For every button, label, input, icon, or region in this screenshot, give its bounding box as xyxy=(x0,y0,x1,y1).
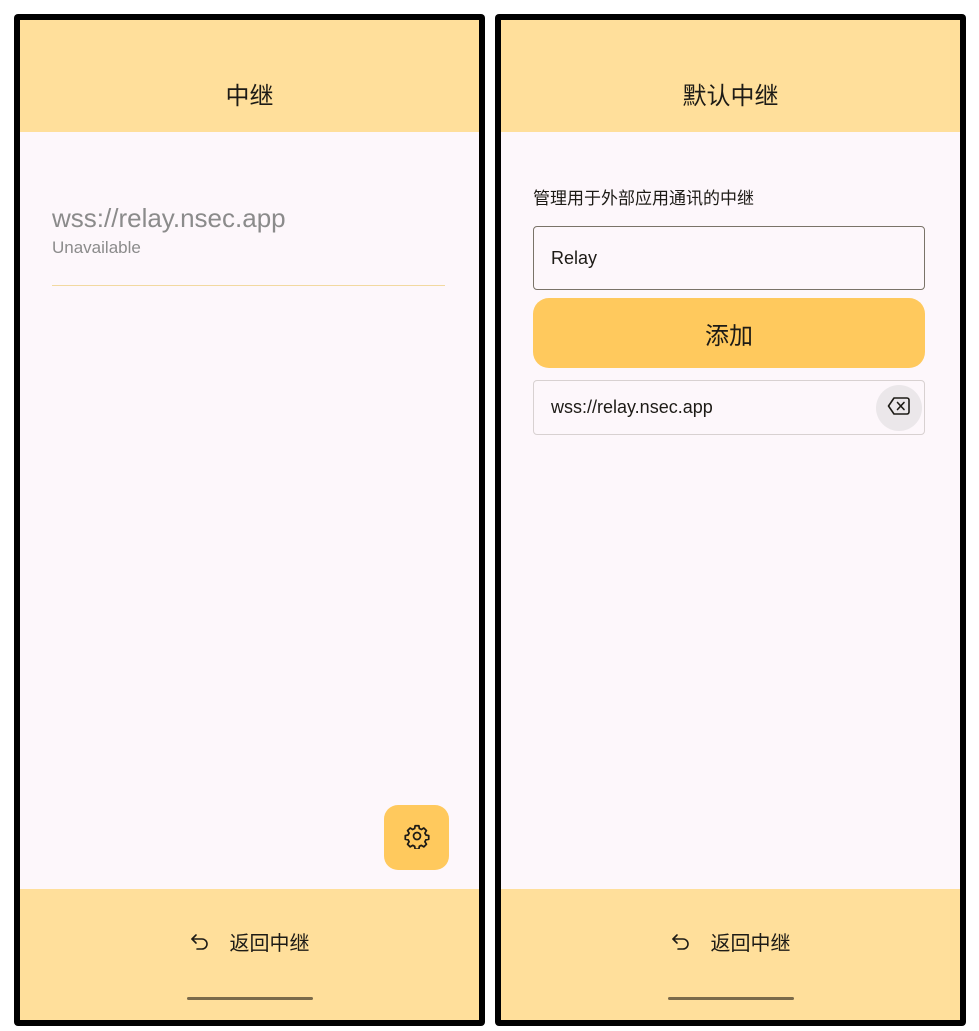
default-relays-screen: 默认中继 管理用于外部应用通讯的中继 添加 wss://relay.nsec.a… xyxy=(501,20,960,1020)
settings-fab-button[interactable] xyxy=(384,805,449,870)
undo-arrow-icon xyxy=(671,933,691,951)
settings-gear-icon xyxy=(403,823,430,853)
back-label: 返回中继 xyxy=(229,931,310,955)
relay-url: wss://relay.nsec.app xyxy=(551,397,713,417)
undo-arrow-icon xyxy=(190,933,210,951)
gesture-handle xyxy=(667,997,794,1000)
delete-relay-button[interactable] xyxy=(876,385,922,431)
back-label: 返回中继 xyxy=(710,931,791,955)
relay-list-item[interactable]: wss://relay.nsec.app Unavailable xyxy=(52,202,445,258)
top-app-bar: 中继 xyxy=(20,20,479,132)
backspace-x-icon xyxy=(887,396,911,420)
relay-list-item: wss://relay.nsec.app xyxy=(533,380,925,435)
phone-frame-left: 中继 wss://relay.nsec.app Unavailable 返回中继 xyxy=(14,14,485,1026)
bottom-nav-bar: 返回中继 xyxy=(501,889,960,1020)
section-description: 管理用于外部应用通讯的中继 xyxy=(533,189,754,209)
bottom-nav-bar: 返回中继 xyxy=(20,889,479,1020)
page-title: 中继 xyxy=(225,82,274,110)
top-app-bar: 默认中继 xyxy=(501,20,960,132)
gesture-handle xyxy=(186,997,313,1000)
back-to-relays-button[interactable]: 返回中继 xyxy=(180,923,320,960)
relay-status: Unavailable xyxy=(52,238,141,257)
page-title: 默认中继 xyxy=(682,82,779,110)
relay-url-input[interactable] xyxy=(533,226,925,290)
relay-url: wss://relay.nsec.app xyxy=(52,203,286,233)
phone-frame-right: 默认中继 管理用于外部应用通讯的中继 添加 wss://relay.nsec.a… xyxy=(495,14,966,1026)
relays-screen: 中继 wss://relay.nsec.app Unavailable 返回中继 xyxy=(20,20,479,1020)
add-relay-button[interactable]: 添加 xyxy=(533,298,925,368)
divider xyxy=(52,285,445,286)
back-to-relays-button[interactable]: 返回中继 xyxy=(661,923,801,960)
